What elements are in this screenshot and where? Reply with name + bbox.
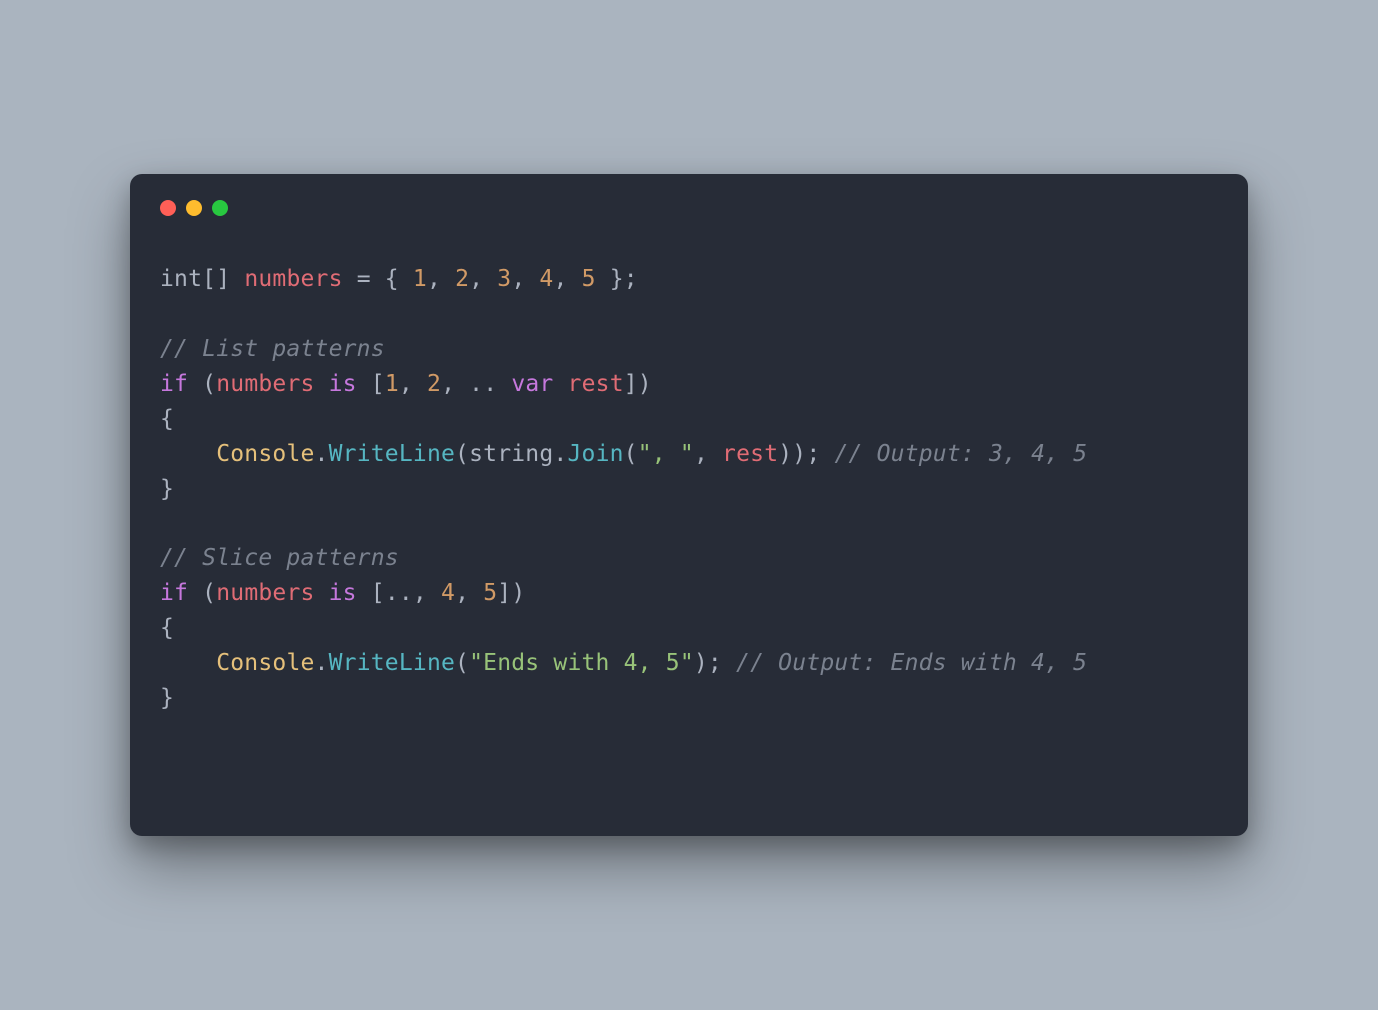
code-token: 5 — [582, 266, 596, 292]
code-token — [160, 441, 216, 467]
code-token: ]) — [624, 371, 652, 397]
code-token — [160, 650, 216, 676]
code-token: , — [469, 266, 497, 292]
code-token: { — [160, 406, 174, 432]
code-token: 1 — [413, 266, 427, 292]
code-token: [.., — [357, 580, 441, 606]
code-token: rest — [722, 441, 778, 467]
code-token: 4 — [441, 580, 455, 606]
code-token: [ — [357, 371, 385, 397]
code-token: WriteLine — [329, 650, 455, 676]
code-token: 4 — [539, 266, 553, 292]
code-token: "Ends with 4, 5" — [469, 650, 694, 676]
code-token: } — [160, 685, 174, 711]
code-token: , — [427, 266, 455, 292]
code-block: int[] numbers = { 1, 2, 3, 4, 5 }; // Li… — [160, 262, 1218, 716]
code-token: , .. — [441, 371, 511, 397]
code-token: 1 — [385, 371, 399, 397]
code-token: ]) — [497, 580, 525, 606]
code-token: , — [511, 266, 539, 292]
code-token: , — [399, 371, 427, 397]
code-token: numbers — [216, 371, 314, 397]
zoom-icon[interactable] — [212, 200, 228, 216]
code-token: [] — [202, 266, 244, 292]
code-token: { — [160, 615, 174, 641]
code-token: if — [160, 580, 188, 606]
code-token: }; — [596, 266, 638, 292]
code-token: numbers — [244, 266, 342, 292]
code-token: ( — [624, 441, 638, 467]
code-window: int[] numbers = { 1, 2, 3, 4, 5 }; // Li… — [130, 174, 1248, 836]
code-token: , — [694, 441, 722, 467]
code-token: // Slice patterns — [160, 545, 399, 571]
code-token: ( — [455, 650, 469, 676]
code-token: , — [553, 266, 581, 292]
code-token: ", " — [638, 441, 694, 467]
code-token: . — [315, 441, 329, 467]
code-token: int — [160, 266, 202, 292]
code-token: . — [553, 441, 567, 467]
code-token — [315, 371, 329, 397]
code-token: )); — [778, 441, 834, 467]
code-token: ( — [188, 580, 216, 606]
code-token: = { — [343, 266, 413, 292]
window-titlebar — [160, 200, 1218, 216]
code-token: ( — [455, 441, 469, 467]
code-token: ); — [694, 650, 736, 676]
code-token: string — [469, 441, 553, 467]
code-token: Join — [567, 441, 623, 467]
code-token: . — [315, 650, 329, 676]
code-token: WriteLine — [329, 441, 455, 467]
code-token: Console — [216, 650, 314, 676]
close-icon[interactable] — [160, 200, 176, 216]
code-token: 2 — [427, 371, 441, 397]
code-token: , — [455, 580, 483, 606]
code-token: var — [511, 371, 553, 397]
code-token: ( — [188, 371, 216, 397]
code-token: 3 — [497, 266, 511, 292]
code-token: // Output: 3, 4, 5 — [834, 441, 1087, 467]
code-token: } — [160, 476, 174, 502]
code-token: rest — [568, 371, 624, 397]
code-token: // Output: Ends with 4, 5 — [736, 650, 1087, 676]
code-token: is — [329, 371, 357, 397]
code-token — [315, 580, 329, 606]
code-token — [553, 371, 567, 397]
code-token: Console — [216, 441, 314, 467]
code-token: numbers — [216, 580, 314, 606]
minimize-icon[interactable] — [186, 200, 202, 216]
code-token: is — [329, 580, 357, 606]
code-token: if — [160, 371, 188, 397]
code-token: 2 — [455, 266, 469, 292]
code-token: // List patterns — [160, 336, 385, 362]
code-token: 5 — [483, 580, 497, 606]
